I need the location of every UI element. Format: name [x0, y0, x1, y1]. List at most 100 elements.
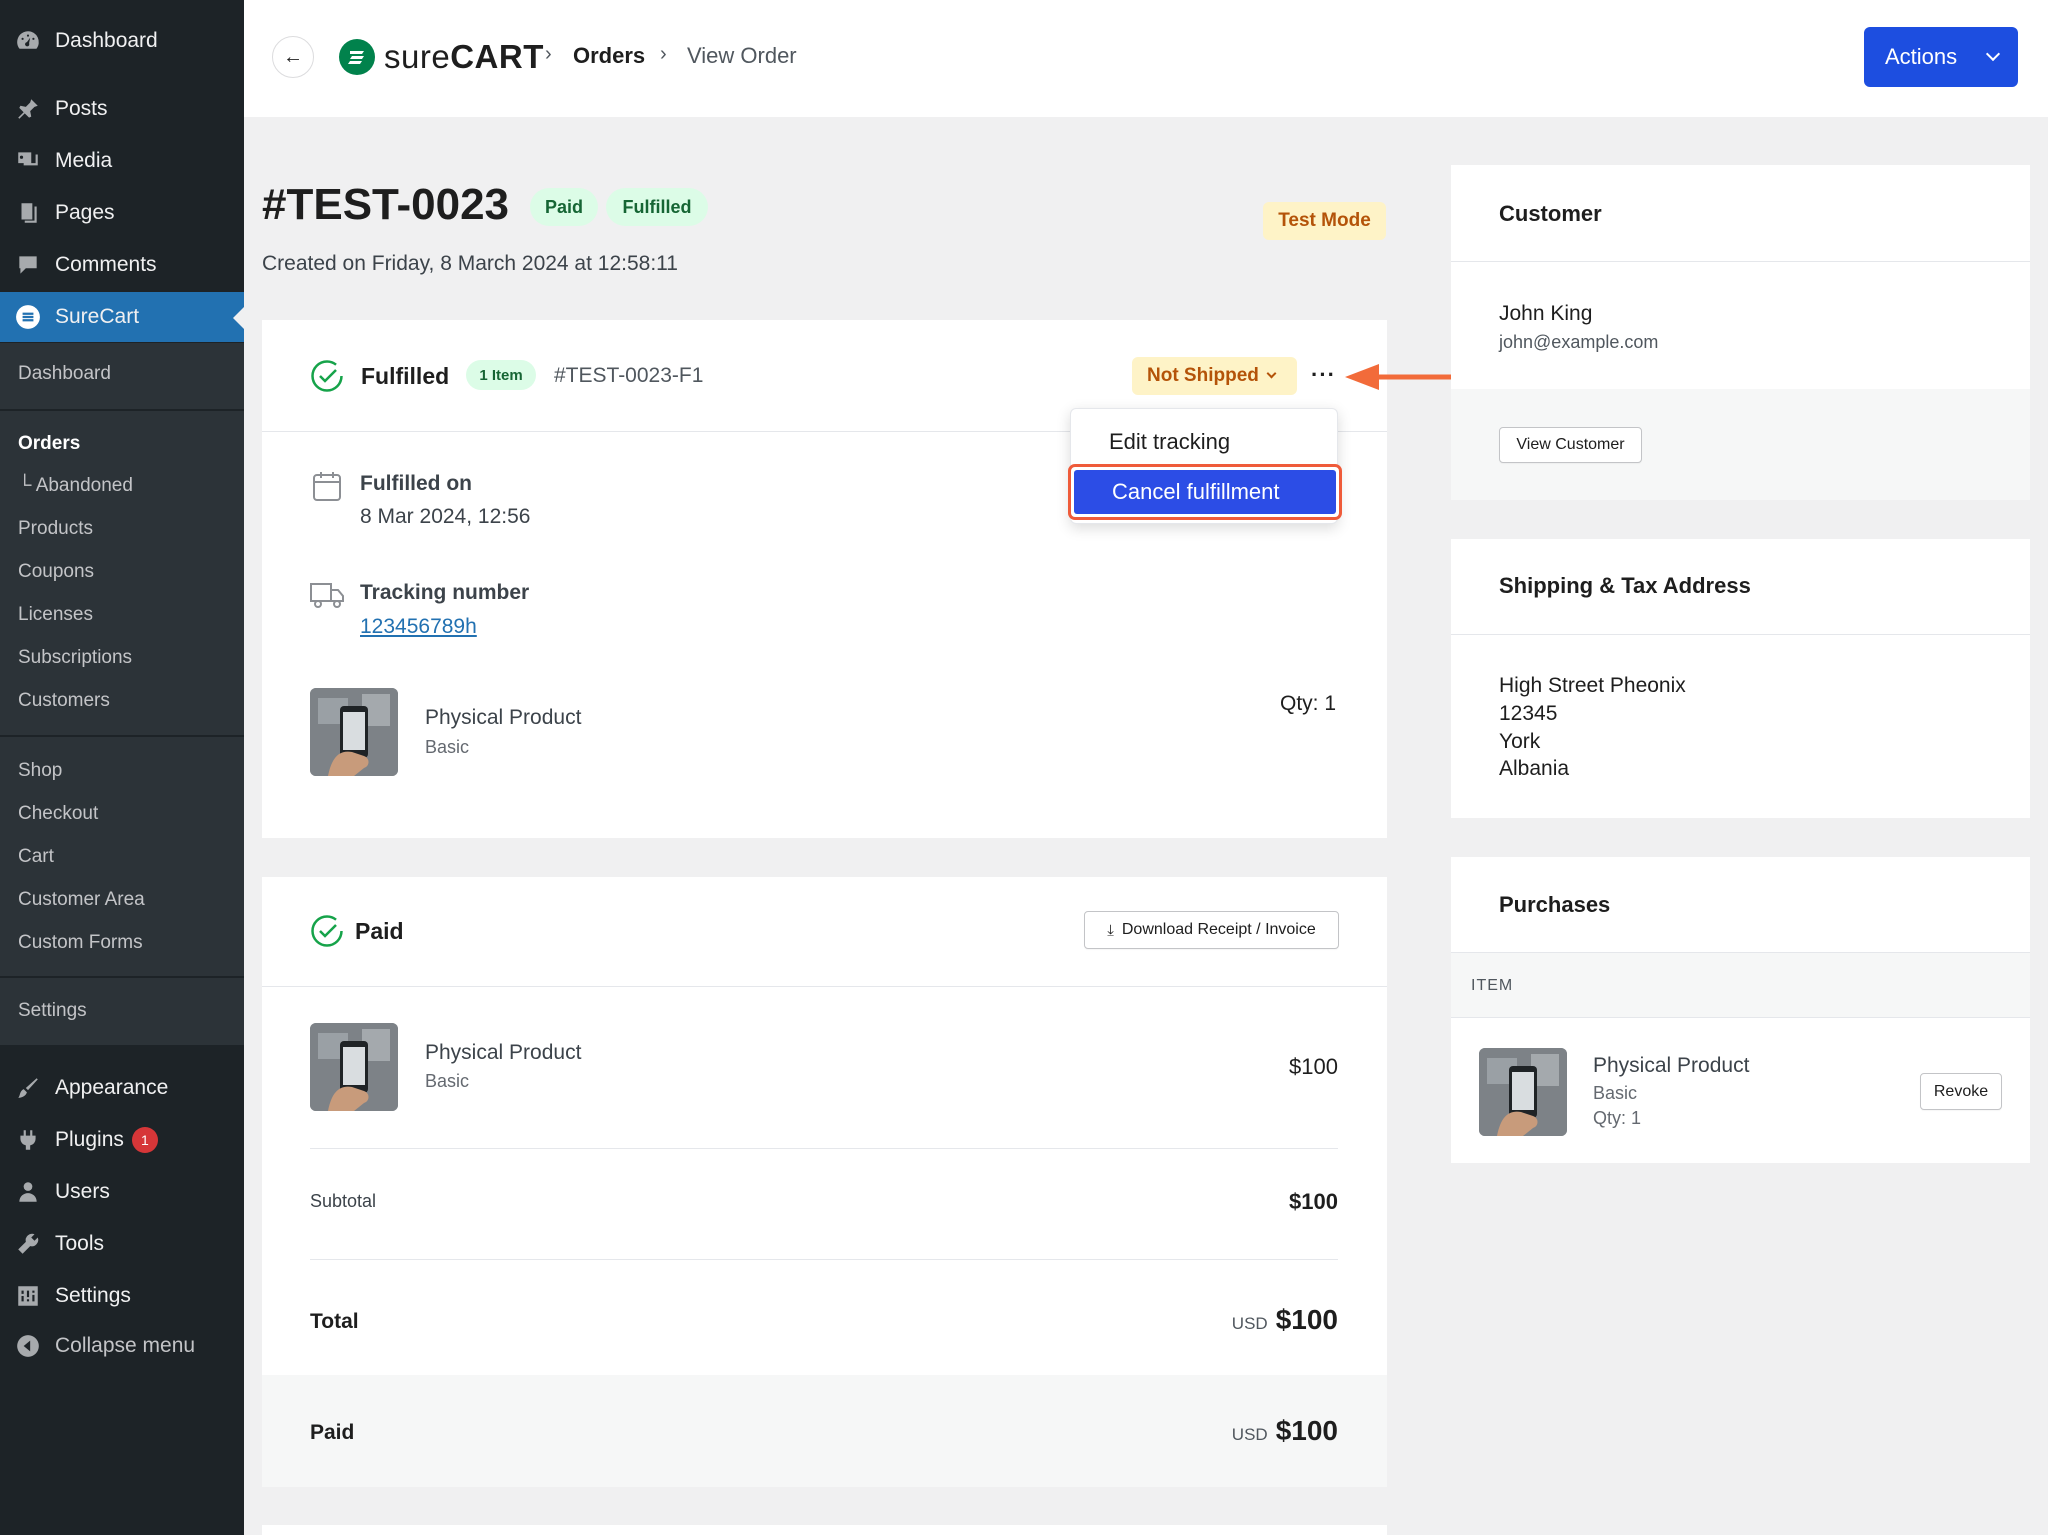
media-icon [14, 147, 42, 175]
sidebar-item-label: Appearance [55, 1076, 169, 1099]
address-line: York [1499, 730, 1541, 753]
menu-item-edit-tracking[interactable]: Edit tracking [1109, 429, 1230, 455]
address-line: High Street Pheonix [1499, 674, 1686, 697]
purchase-product-variant: Basic [1593, 1083, 1638, 1103]
submenu-customer-area[interactable]: Customer Area [18, 889, 145, 911]
more-options-icon[interactable]: ··· [1311, 362, 1336, 388]
paid-value: $100 [1275, 1415, 1338, 1446]
sidebar-item-dashboard[interactable]: Dashboard [0, 16, 244, 66]
paid-label: Paid [310, 1421, 355, 1444]
card-divider [1451, 1017, 2030, 1018]
subtotal-value: $100 [1289, 1189, 1338, 1214]
submenu-divider [0, 409, 244, 411]
order-number: #TEST-0023 [262, 180, 510, 229]
submenu-licenses[interactable]: Licenses [18, 604, 93, 626]
customer-email: john@example.com [1499, 332, 1659, 352]
breadcrumb-orders[interactable]: Orders [573, 43, 645, 69]
fulfillment-title: Fulfilled [361, 363, 450, 389]
fulfillment-id: #TEST-0023-F1 [554, 364, 704, 387]
submenu-divider [0, 976, 244, 978]
card-divider [1451, 634, 2030, 635]
settings-icon [14, 1282, 42, 1310]
sidebar-item-surecart[interactable]: SureCart [0, 292, 244, 342]
menu-item-cancel-fulfillment[interactable]: Cancel fulfillment [1068, 464, 1342, 520]
submenu-customers[interactable]: Customers [18, 690, 110, 712]
shipping-status-dropdown[interactable]: Not Shipped [1132, 357, 1297, 395]
actions-button[interactable]: Actions [1864, 27, 2018, 87]
download-icon: ⤓ [1107, 921, 1114, 939]
sidebar-item-settings[interactable]: Settings [0, 1271, 244, 1321]
surecart-icon [14, 303, 42, 331]
breadcrumb-chevron-icon: › [545, 43, 552, 65]
purchases-column-item: ITEM [1471, 977, 1514, 994]
customer-name: John King [1499, 302, 1593, 325]
submenu-subscriptions[interactable]: Subscriptions [18, 647, 132, 669]
calendar-icon [312, 470, 342, 507]
payment-product-price: $100 [1289, 1054, 1338, 1079]
check-circle-icon [310, 914, 344, 953]
total-currency: USD [1231, 1314, 1268, 1333]
brush-icon [14, 1074, 42, 1102]
tracking-number-link[interactable]: 123456789h [360, 615, 477, 639]
sidebar-item-users[interactable]: Users [0, 1167, 244, 1217]
sidebar-item-comments[interactable]: Comments [0, 240, 244, 290]
sidebar-item-media[interactable]: Media [0, 136, 244, 186]
fulfillment-qty: Qty: 1 [1280, 692, 1337, 715]
submenu-divider [0, 735, 244, 737]
total-amount: USD $100 [1100, 1304, 1338, 1336]
card-divider [262, 986, 1387, 987]
product-thumbnail [1479, 1048, 1567, 1136]
chevron-down-icon [1266, 368, 1277, 379]
address-line: 12345 [1499, 702, 1558, 725]
revoke-button[interactable]: Revoke [1920, 1073, 2002, 1110]
sidebar-item-label: Pages [55, 201, 115, 224]
surecart-logo-icon [339, 39, 375, 75]
sidebar-item-label: Tools [55, 1232, 105, 1255]
pin-icon [14, 95, 42, 123]
test-mode-badge: Test Mode [1263, 202, 1386, 240]
product-thumbnail [310, 688, 398, 776]
plug-icon [14, 1126, 42, 1154]
user-icon [14, 1178, 42, 1206]
submenu-abandoned[interactable]: └ Abandoned [18, 475, 133, 497]
sidebar-item-plugins[interactable]: Plugins 1 [0, 1115, 244, 1165]
sidebar-item-pages[interactable]: Pages [0, 188, 244, 238]
submenu-products[interactable]: Products [18, 518, 93, 540]
chevron-down-icon [1985, 46, 2001, 62]
submenu-custom-forms[interactable]: Custom Forms [18, 932, 143, 954]
sidebar-item-label: Collapse menu [55, 1334, 196, 1357]
download-receipt-button[interactable]: ⤓ Download Receipt / Invoice [1084, 911, 1339, 949]
breadcrumb-view-order: View Order [687, 43, 797, 68]
sidebar-item-label: Settings [55, 1284, 131, 1307]
submenu-coupons[interactable]: Coupons [18, 561, 94, 583]
submenu-shop[interactable]: Shop [18, 760, 62, 782]
sidebar-item-label: SureCart [55, 305, 140, 328]
view-customer-button[interactable]: View Customer [1499, 427, 1642, 463]
sidebar-collapse-menu[interactable]: Collapse menu [0, 1321, 244, 1371]
submenu-checkout[interactable]: Checkout [18, 803, 98, 825]
subtotal-label: Subtotal [310, 1191, 377, 1211]
payment-title: Paid [355, 918, 404, 944]
purchase-qty: Qty: 1 [1593, 1108, 1642, 1128]
total-label: Total [310, 1310, 359, 1333]
admin-sidebar: Dashboard Posts Media Pages Comments Sur… [0, 0, 244, 1535]
submenu-settings[interactable]: Settings [18, 1000, 87, 1022]
fulfillment-product-variant: Basic [425, 737, 470, 757]
submenu-cart[interactable]: Cart [18, 846, 54, 868]
pages-icon [14, 199, 42, 227]
sidebar-item-tools[interactable]: Tools [0, 1219, 244, 1269]
submenu-orders[interactable]: Orders [18, 433, 80, 455]
comment-icon [14, 251, 42, 279]
sidebar-item-label: Dashboard [55, 29, 158, 52]
surecart-logo: sureCART [339, 38, 544, 76]
wrench-icon [14, 1230, 42, 1258]
sidebar-item-posts[interactable]: Posts [0, 84, 244, 134]
check-circle-icon [310, 359, 344, 398]
breadcrumb-chevron-icon: › [660, 43, 667, 65]
divider [310, 1148, 1338, 1149]
sidebar-item-appearance[interactable]: Appearance [0, 1063, 244, 1113]
status-badge-paid: Paid [530, 188, 598, 226]
submenu-dashboard[interactable]: Dashboard [18, 363, 111, 385]
sidebar-item-label: Plugins [55, 1128, 124, 1151]
back-button[interactable]: ← [272, 36, 314, 78]
